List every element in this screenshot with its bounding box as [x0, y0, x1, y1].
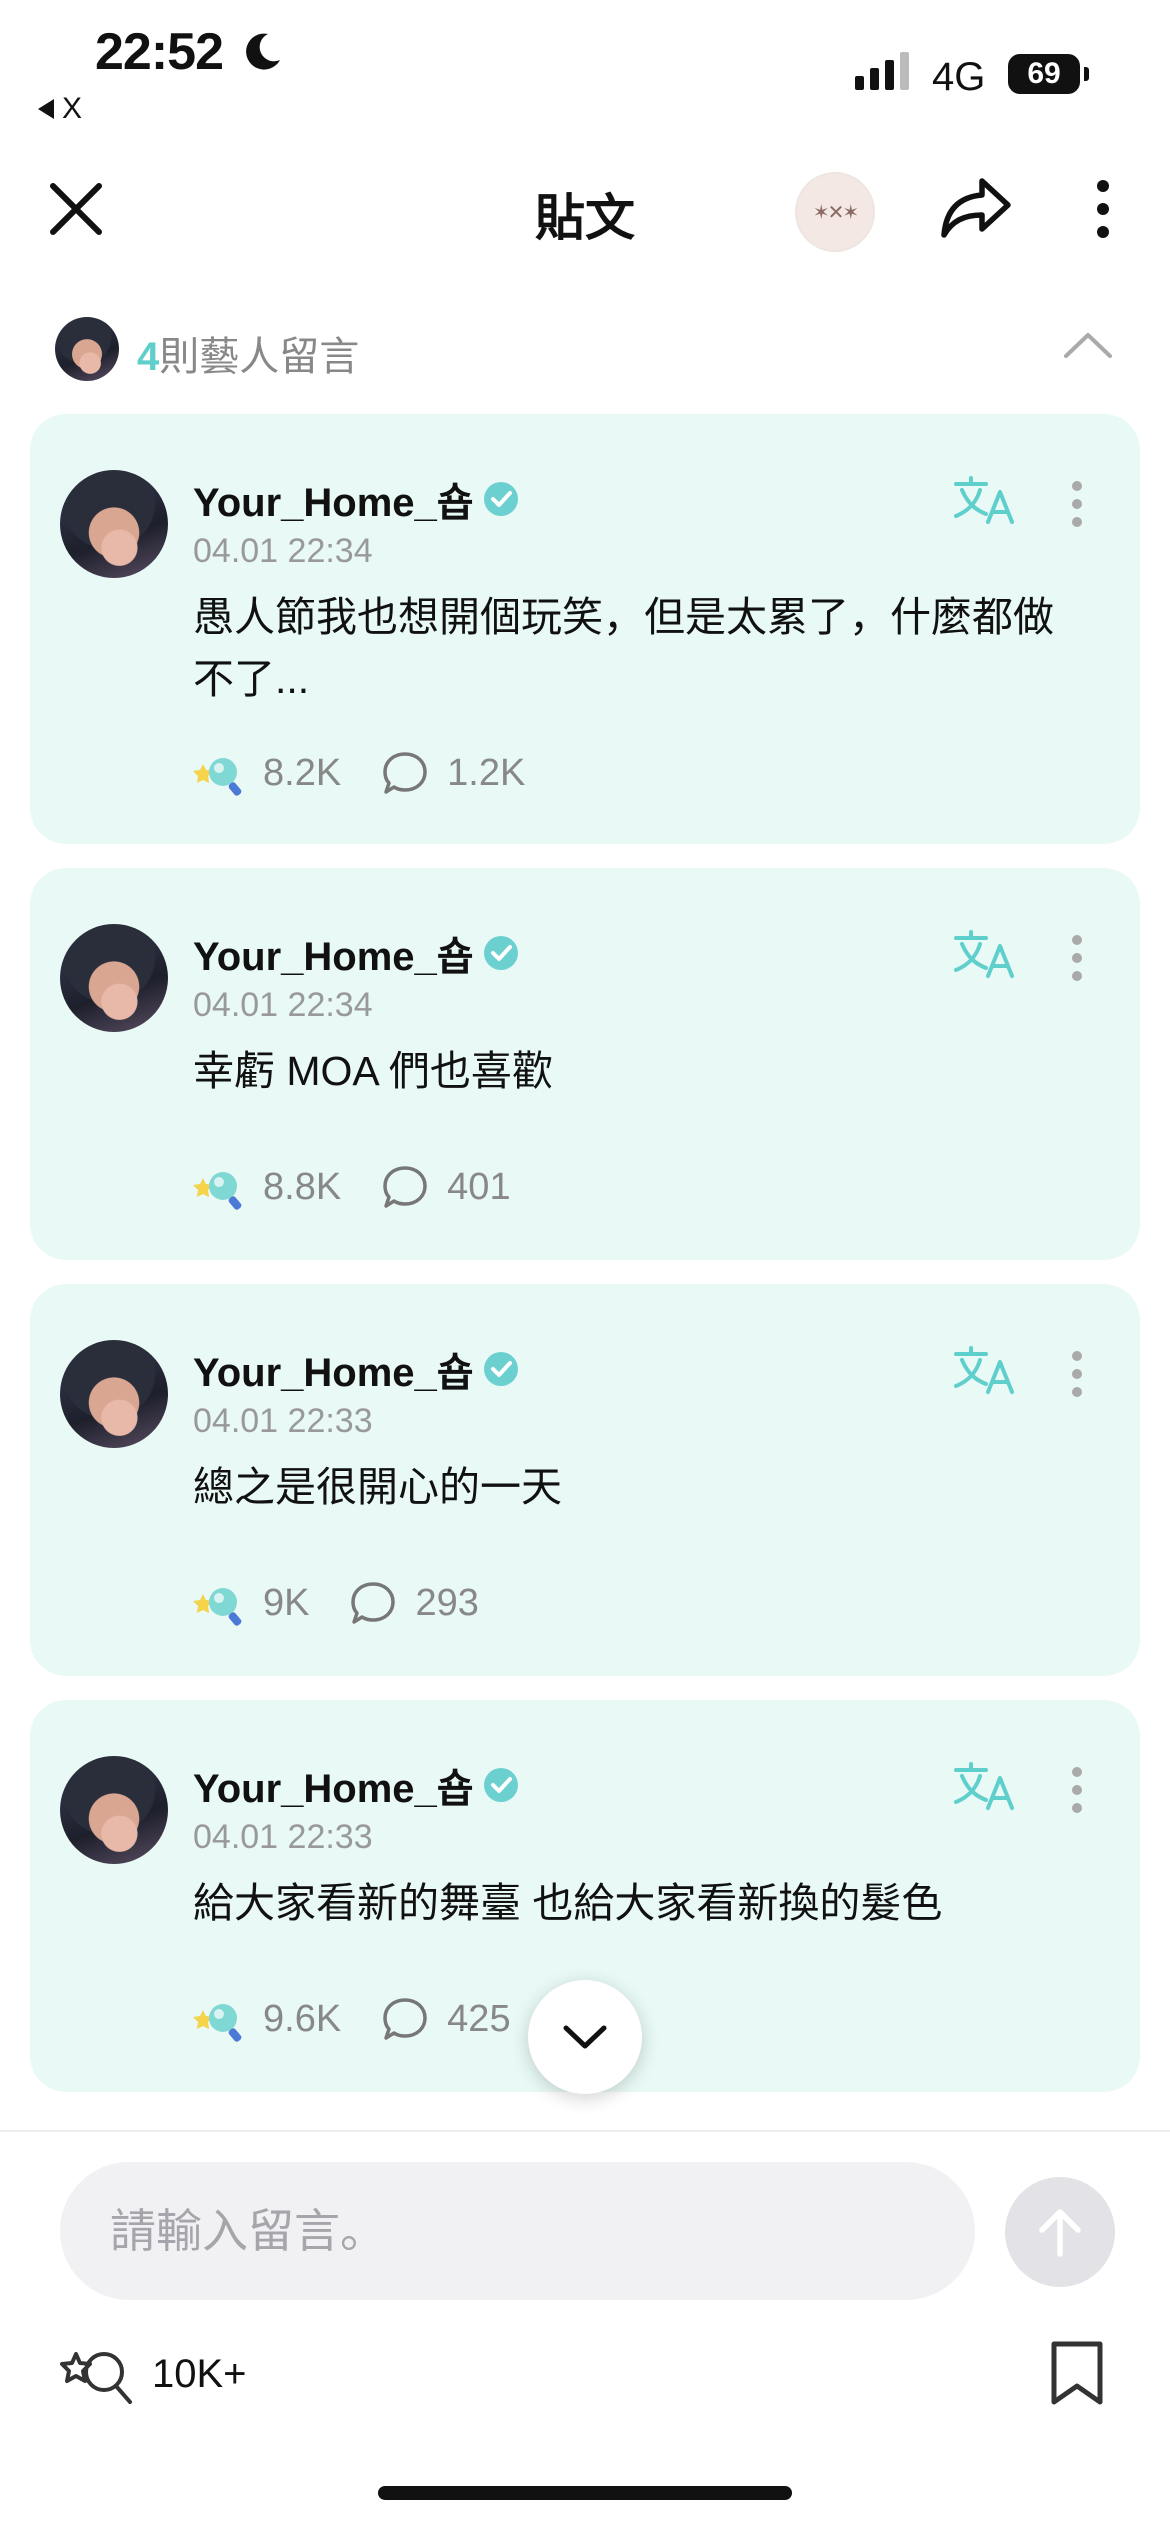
- artist-name: Your_Home_숍: [193, 481, 474, 525]
- lightstick-count: 9.6K: [263, 1997, 342, 2040]
- artist-comments-text: 則藝人留言: [159, 335, 360, 379]
- comment-date: 04.01 22:33: [193, 1402, 373, 1440]
- comment-date: 04.01 22:34: [193, 532, 373, 570]
- comment-bubble-icon[interactable]: [349, 1580, 397, 1626]
- lightstick-icon[interactable]: [193, 750, 245, 796]
- community-avatar[interactable]: ✶✕✶: [795, 172, 875, 252]
- comment-date: 04.01 22:33: [193, 1818, 373, 1856]
- comment-text: 愚人節我也想開個玩笑，但是太累了，什麼都做不了...: [193, 594, 1054, 702]
- comment-stats: 9K 293: [193, 1580, 479, 1626]
- send-button[interactable]: [1005, 2177, 1115, 2287]
- translate-icon[interactable]: [952, 1760, 1016, 1812]
- artist-name-row[interactable]: Your_Home_숍: [193, 1756, 520, 1814]
- comment-stats: 9.6K 425: [193, 1996, 511, 2042]
- lightstick-count: 9K: [263, 1581, 310, 1624]
- artist-name: Your_Home_숍: [193, 935, 474, 979]
- artist-avatar-small: [55, 317, 119, 381]
- reply-count: 425: [447, 1997, 511, 2040]
- translate-icon[interactable]: [952, 474, 1016, 526]
- reply-count: 1.2K: [447, 751, 526, 794]
- status-time: 22:52: [95, 23, 224, 81]
- lightstick-icon[interactable]: [193, 1996, 245, 2042]
- translate-icon[interactable]: [952, 1344, 1016, 1396]
- arrow-up-icon: [1039, 2209, 1081, 2257]
- artist-name-row[interactable]: Your_Home_숍: [193, 470, 520, 528]
- artist-comment-card: Your_Home_숍 04.01 22:34 幸虧 MOA 們也喜歡 8.8K…: [30, 868, 1140, 1260]
- comment-text: 總之是很開心的一天: [193, 1464, 562, 1510]
- share-icon[interactable]: [940, 175, 1012, 241]
- translate-icon[interactable]: [952, 928, 1016, 980]
- verified-badge-icon: [483, 936, 518, 970]
- artist-comment-card: Your_Home_숍 04.01 22:33 總之是很開心的一天 9K 293: [30, 1284, 1140, 1676]
- comment-bubble-icon[interactable]: [381, 750, 429, 796]
- comment-text: 幸虧 MOA 們也喜歡: [193, 1048, 553, 1094]
- artist-comments-count: 4: [137, 335, 160, 379]
- comment-more-icon[interactable]: [1070, 934, 1084, 982]
- battery-tip: [1084, 67, 1089, 81]
- verified-badge-icon: [483, 1352, 518, 1386]
- network-type: 4G: [932, 55, 986, 99]
- community-badge: ✶✕✶: [812, 201, 859, 224]
- back-app-label: X: [62, 92, 83, 125]
- cheer-count: 10K+: [152, 2352, 247, 2396]
- comment-input[interactable]: [60, 2162, 975, 2300]
- lightstick-count: 8.2K: [263, 751, 342, 794]
- bookmark-icon[interactable]: [1048, 2340, 1106, 2408]
- comment-more-icon[interactable]: [1070, 1766, 1084, 1814]
- artist-avatar[interactable]: [60, 470, 168, 578]
- lightstick-cheer-icon[interactable]: [60, 2340, 138, 2410]
- close-icon[interactable]: [45, 178, 107, 240]
- comment-stats: 8.8K 401: [193, 1164, 511, 1210]
- lightstick-icon[interactable]: [193, 1580, 245, 1626]
- signal-icon: [855, 52, 909, 90]
- back-to-app-link[interactable]: X: [38, 92, 82, 126]
- scroll-down-button[interactable]: [528, 1980, 642, 2094]
- back-triangle-icon: [38, 99, 54, 119]
- moon-icon: [246, 33, 280, 70]
- comment-more-icon[interactable]: [1070, 480, 1084, 528]
- lightstick-count: 8.8K: [263, 1165, 342, 1208]
- comment-stats: 8.2K 1.2K: [193, 750, 525, 796]
- comment-text: 給大家看新的舞臺 也給大家看新換的髮色: [193, 1880, 943, 1926]
- artist-avatar[interactable]: [60, 1756, 168, 1864]
- artist-name-row[interactable]: Your_Home_숍: [193, 1340, 520, 1398]
- artist-comment-card: Your_Home_숍 04.01 22:34 愚人節我也想開個玩笑，但是太累了…: [30, 414, 1140, 844]
- comment-more-icon[interactable]: [1070, 1350, 1084, 1398]
- lightstick-icon[interactable]: [193, 1164, 245, 1210]
- comment-date: 04.01 22:34: [193, 986, 373, 1024]
- battery-icon: 69: [1008, 54, 1080, 94]
- artist-avatar[interactable]: [60, 1340, 168, 1448]
- home-indicator[interactable]: [378, 2486, 792, 2500]
- verified-badge-icon: [483, 1768, 518, 1802]
- more-options-icon[interactable]: [1085, 176, 1121, 242]
- artist-name: Your_Home_숍: [193, 1767, 474, 1811]
- verified-badge-icon: [483, 482, 518, 516]
- chevron-up-icon[interactable]: [1062, 330, 1114, 360]
- artist-avatar[interactable]: [60, 924, 168, 1032]
- comment-bubble-icon[interactable]: [381, 1996, 429, 2042]
- reply-count: 401: [447, 1165, 511, 1208]
- reply-count: 293: [415, 1581, 479, 1624]
- divider: [0, 2130, 1170, 2132]
- artist-comments-label: 4則藝人留言: [137, 324, 359, 382]
- artist-name: Your_Home_숍: [193, 1351, 474, 1395]
- artist-name-row[interactable]: Your_Home_숍: [193, 924, 520, 982]
- chevron-down-icon: [563, 2025, 607, 2049]
- comment-bubble-icon[interactable]: [381, 1164, 429, 1210]
